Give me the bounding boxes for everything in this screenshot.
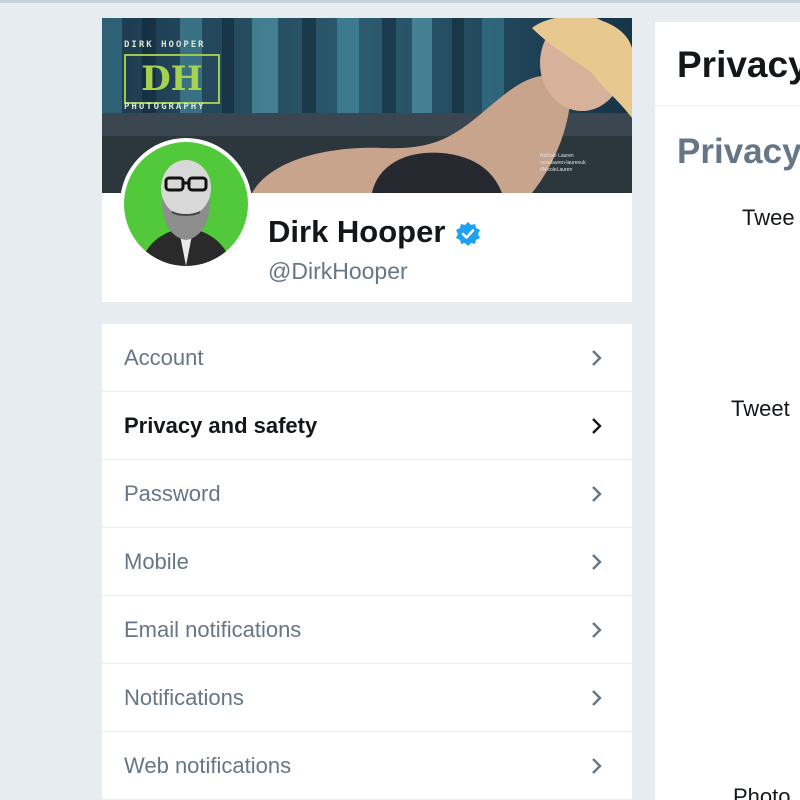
chevron-right-icon	[592, 350, 602, 366]
display-name-text: Dirk Hooper	[268, 214, 446, 249]
nav-item-label: Email notifications	[124, 616, 302, 642]
avatar-image	[124, 142, 248, 266]
settings-nav: Account Privacy and safety Password Mobi…	[102, 324, 632, 800]
logo-bottom-text: PHOTOGRAPHY	[124, 102, 206, 112]
display-name[interactable]: Dirk Hooper	[268, 214, 481, 250]
nav-item-email-notifications[interactable]: Email notifications	[102, 596, 632, 664]
logo-top-text: DIRK HOOPER	[124, 40, 206, 50]
logo-mark: DH	[124, 54, 220, 104]
nav-item-password[interactable]: Password	[102, 460, 632, 528]
chevron-right-icon	[592, 418, 602, 434]
nav-item-account[interactable]: Account	[102, 324, 632, 392]
banner-caption: Nichole Lauren nevalauren-laurenuk #Nico…	[540, 153, 620, 174]
privacy-content-panel: Privacy Privacy Twee Tweet Photo	[655, 22, 800, 800]
top-border	[0, 0, 800, 3]
divider	[655, 105, 800, 106]
setting-row-label: Photo	[733, 784, 791, 800]
section-title: Privacy	[677, 132, 800, 171]
verified-badge-icon	[455, 219, 481, 246]
nav-item-label: Account	[124, 344, 204, 370]
chevron-right-icon	[592, 690, 602, 706]
user-handle[interactable]: @DirkHooper	[268, 258, 408, 285]
chevron-right-icon	[592, 758, 602, 774]
nav-item-label: Notifications	[124, 684, 244, 710]
profile-card: DIRK HOOPER DH PHOTOGRAPHY Nichole Laure…	[102, 18, 632, 302]
chevron-right-icon	[592, 554, 602, 570]
caption-line: #NicoleLauren	[540, 167, 573, 173]
setting-row-label: Tweet	[731, 396, 790, 421]
nav-item-notifications[interactable]: Notifications	[102, 664, 632, 732]
nav-item-privacy-and-safety[interactable]: Privacy and safety	[102, 392, 632, 460]
nav-item-web-notifications[interactable]: Web notifications	[102, 732, 632, 800]
nav-item-mobile[interactable]: Mobile	[102, 528, 632, 596]
setting-row-label: Twee	[742, 205, 795, 230]
caption-line: nevalauren-laurenuk	[540, 160, 586, 166]
photographer-logo: DIRK HOOPER DH PHOTOGRAPHY	[120, 40, 225, 135]
chevron-right-icon	[592, 622, 602, 638]
nav-item-label: Mobile	[124, 548, 189, 574]
chevron-right-icon	[592, 486, 602, 502]
page-title: Privacy	[677, 44, 800, 85]
nav-item-label: Web notifications	[124, 752, 292, 778]
caption-line: Nichole Lauren	[540, 153, 574, 159]
avatar[interactable]	[120, 138, 252, 270]
nav-item-label: Privacy and safety	[124, 412, 318, 438]
nav-item-label: Password	[124, 480, 221, 506]
